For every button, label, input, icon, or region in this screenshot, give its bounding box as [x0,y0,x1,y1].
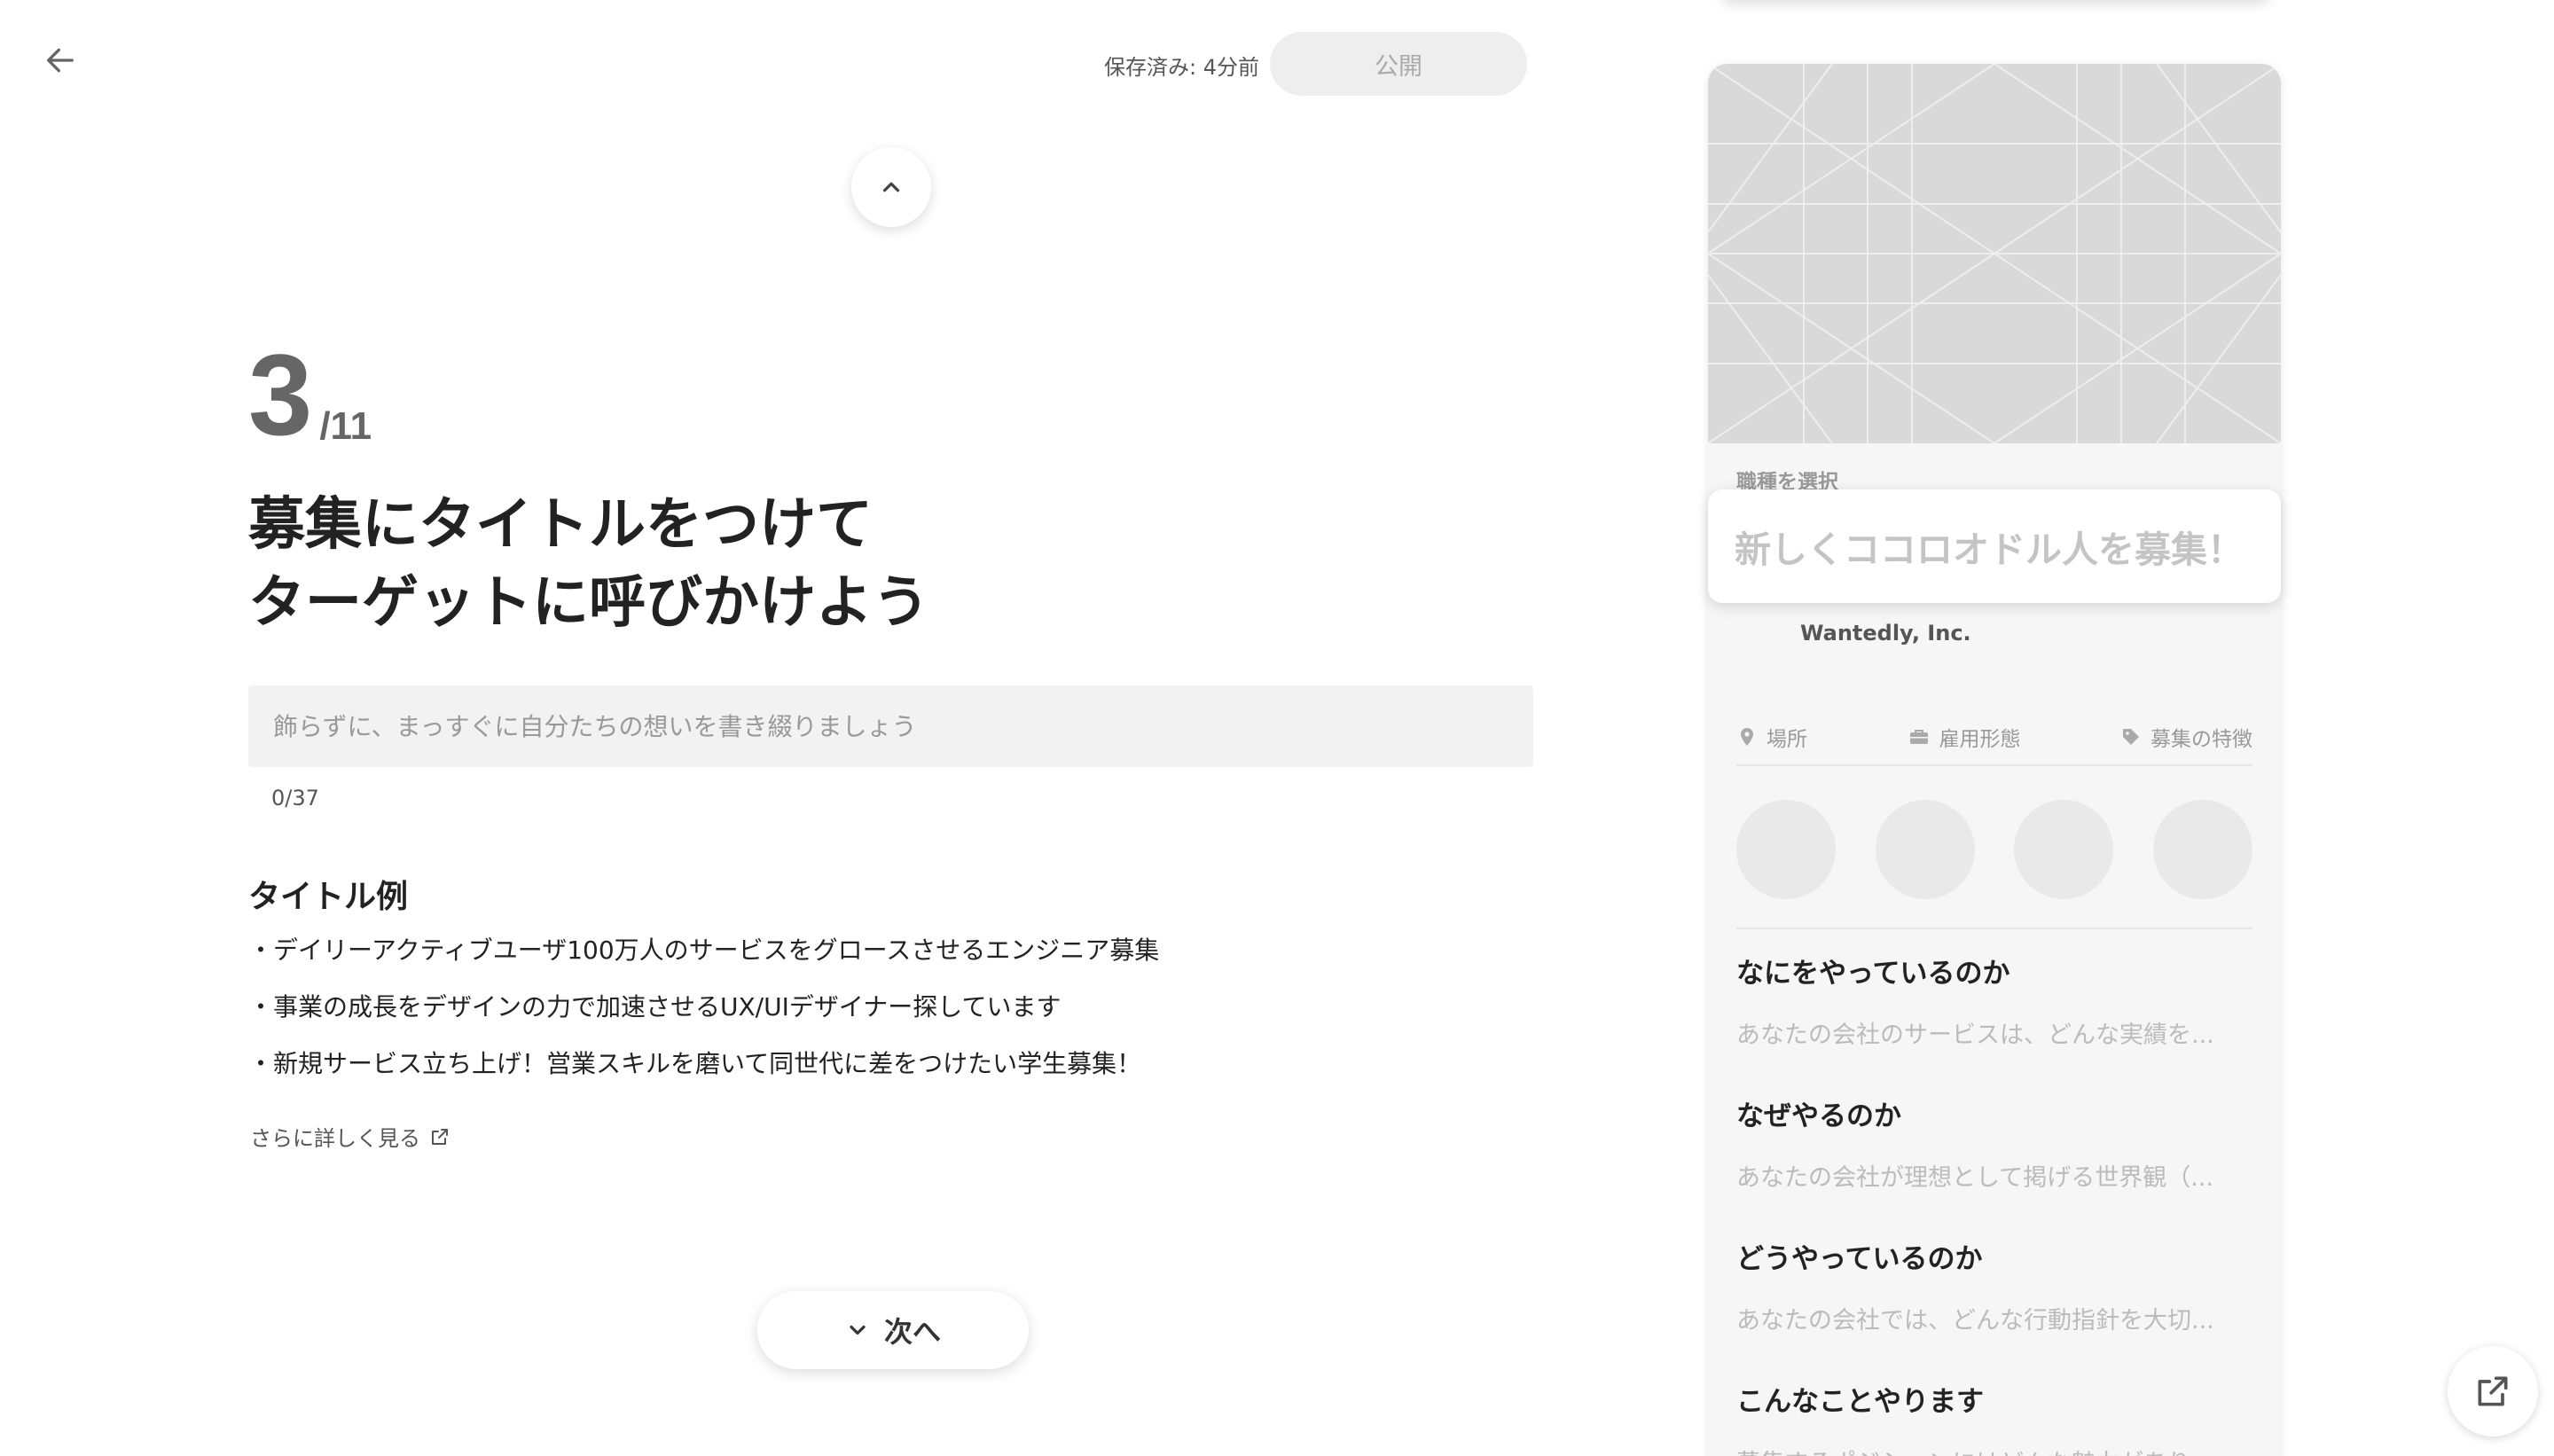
section-do: こんなことやります 募集するポジションにはどんな魅力があり... [1736,1379,2252,1456]
section-text: あなたの会社では、どんな行動指針を大切... [1736,1307,2214,1335]
section-heading: なにをやっているのか [1736,958,2010,990]
section-text: あなたの会社のサービスは、どんな実績を... [1736,1022,2214,1049]
back-button[interactable] [39,39,82,82]
character-counter: 0/37 [271,786,319,810]
section-heading: なぜやるのか [1736,1100,1901,1132]
briefcase-icon [1909,730,1928,744]
heading-line-1: 募集にタイトルをつけて [248,492,873,558]
location-label: 場所 [1767,728,1807,751]
avatar-placeholder [2014,800,2114,899]
title-input[interactable] [248,685,1533,767]
section-what: なにをやっているのか あなたの会社のサービスは、どんな実績を... [1736,951,2252,1050]
avatar-placeholder [2152,800,2252,899]
section-text: 募集するポジションにはどんな魅力があり... [1736,1444,2252,1456]
examples-list: ・デイリーアクティブユーザ100万人のサービスをグロースさせるエンジニア募集 ・… [248,929,1159,1100]
step-current: 3 [248,330,313,459]
step-counter: 3 /11 [248,337,372,452]
avatar-placeholder [1875,800,1975,899]
publish-button[interactable]: 公開 [1270,32,1527,96]
features-meta: 募集の特徴 [2120,722,2252,752]
member-avatars [1736,800,2252,899]
next-button[interactable]: 次へ [757,1291,1029,1369]
step-total: /11 [319,404,372,448]
company-name: Wantedly, Inc. [1800,621,1971,646]
chevron-down-icon [850,1325,866,1335]
preview-title-card: 新しくココロオドル人を募集！ [1708,489,2281,603]
divider [1736,928,2252,929]
more-details-link[interactable]: さらに詳しく見る [250,1121,450,1152]
section-heading: こんなことやります [1736,1386,1984,1418]
external-link-icon [432,1128,448,1145]
heading-line-2: ターゲットに呼びかけよう [248,570,929,636]
next-label: 次へ [883,1316,941,1348]
section-why: なぜやるのか あなたの会社が理想として掲げる世界観（... [1736,1093,2252,1193]
avatar-placeholder [1736,800,1836,899]
previous-step-button[interactable] [851,147,931,227]
employment-label: 雇用形態 [1939,728,2021,751]
arrow-left-icon [47,48,74,73]
preview-panel: 職種を選択 Wantedly, Inc. 場所 雇用形態 募集の特徴 なにをやっ… [1708,64,2281,1456]
cover-image-placeholder [1708,64,2281,445]
job-meta-row: 場所 雇用形態 募集の特徴 [1736,709,2252,766]
section-how: どうやっているのか あなたの会社では、どんな行動指針を大切... [1736,1236,2252,1335]
example-item: ・新規サービス立ち上げ！営業スキルを磨いて同世代に差をつけたい学生募集！ [248,1049,1142,1078]
map-pin-icon [1741,728,1753,746]
chevron-up-icon [882,182,900,192]
save-status: 保存済み: 4分前 [1104,55,1259,80]
location-meta: 場所 [1736,722,1807,752]
example-item: ・事業の成長をデザインの力で加速させるUX/UIデザイナー探しています [248,992,1062,1022]
section-heading: どうやっているのか [1736,1243,1983,1275]
features-label: 募集の特徴 [2151,728,2252,751]
tag-icon [2123,729,2139,745]
image-placeholder-icon [1708,64,2281,445]
employment-meta: 雇用形態 [1908,722,2021,752]
more-details-label: さらに詳しく見る [250,1126,420,1151]
examples-title: タイトル例 [248,879,409,915]
external-link-icon [2478,1376,2508,1406]
open-preview-button[interactable] [2448,1346,2538,1436]
page-heading: 募集にタイトルをつけて ターゲットに呼びかけよう [248,486,1100,642]
section-text: あなたの会社が理想として掲げる世界観（... [1736,1164,2213,1192]
example-item: ・デイリーアクティブユーザ100万人のサービスをグロースさせるエンジニア募集 [248,935,1160,965]
